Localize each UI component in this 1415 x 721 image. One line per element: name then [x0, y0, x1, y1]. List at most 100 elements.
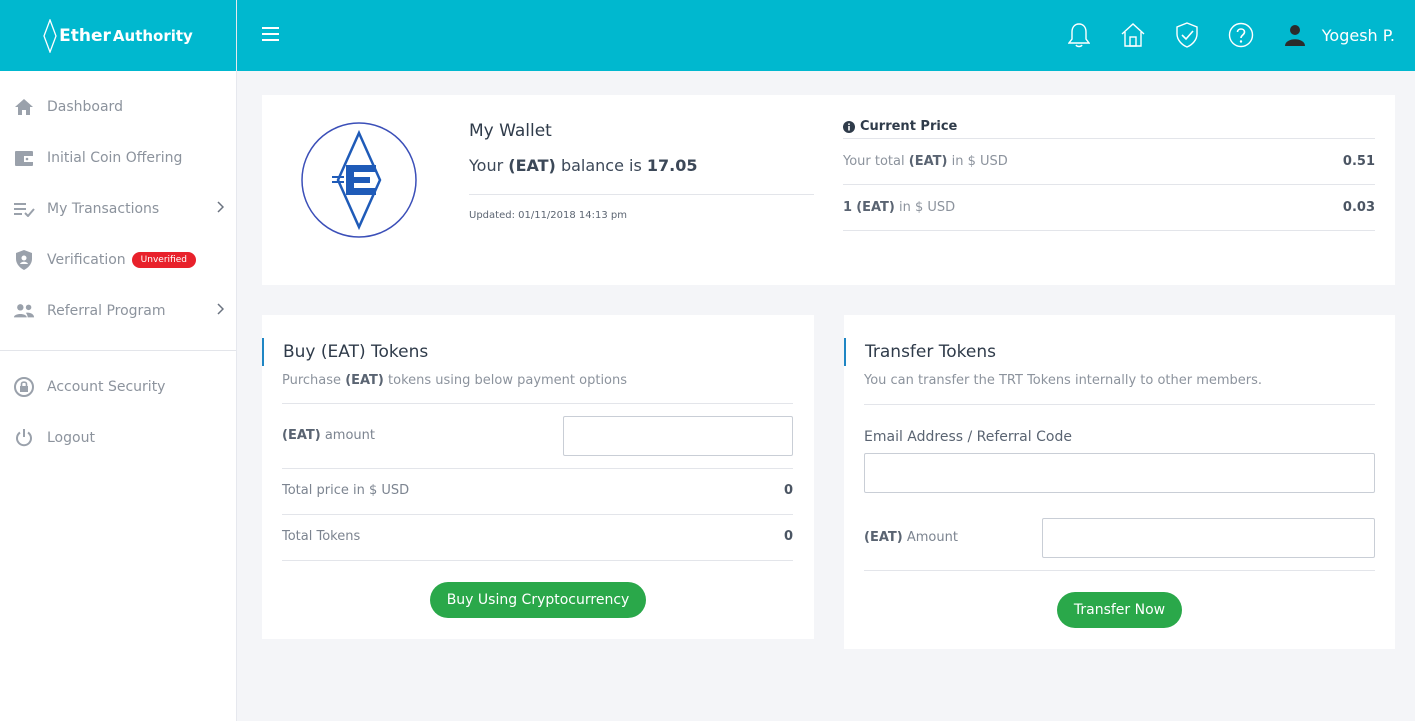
brand-logo[interactable]: Ether Authority [43, 18, 193, 53]
amount-text: Amount [906, 530, 958, 545]
sidebar-item-logout[interactable]: Logout [0, 412, 236, 463]
price-row-token: (EAT) [908, 154, 948, 169]
current-price-section: Current Price Your total (EAT) in $ USD … [843, 115, 1375, 231]
divider [282, 403, 793, 404]
header-icons: Yogesh P. [1040, 20, 1395, 50]
wallet-balance: Your (EAT) balance is 17.05 [469, 156, 698, 175]
divider [864, 404, 1375, 405]
wallet-divider [469, 194, 814, 195]
total-price-text: Total price in [282, 483, 365, 498]
sidebar-item-transactions[interactable]: My Transactions [0, 183, 236, 234]
current-price-title: Current Price [860, 119, 958, 134]
wallet-updated: Updated: 01/11/2018 14:13 pm [469, 210, 628, 221]
brand-name-part1: Ether [59, 25, 111, 46]
total-price-value: 0 [783, 483, 793, 498]
price-row-pre: Your total [843, 154, 905, 169]
sidebar-item-label: My Transactions [47, 200, 160, 217]
email-label: Email Address / Referral Code [864, 429, 1072, 445]
amount-token: (EAT) [282, 428, 321, 443]
brand-name-part2: Authority [112, 26, 193, 45]
sidebar-item-label: Account Security [47, 378, 166, 395]
wallet-icon [13, 147, 35, 169]
buy-sub-post: tokens using below payment options [388, 373, 628, 388]
price-row-currency: $ USD [967, 154, 1008, 169]
price-row-total: Your total (EAT) in $ USD 0.51 [843, 139, 1375, 185]
total-tokens-label: Total Tokens [282, 529, 361, 544]
eat-amount-label: (EAT) amount [282, 428, 375, 443]
price-row-token: (EAT) [856, 200, 895, 215]
sidebar-item-verification[interactable]: Verification Unverified [0, 234, 236, 285]
user-name[interactable]: Yogesh P. [1322, 26, 1395, 45]
transfer-now-button[interactable]: Transfer Now [1057, 592, 1182, 628]
balance-mid: balance is [560, 156, 642, 175]
avatar[interactable] [1280, 20, 1310, 50]
transfer-amount-label: (EAT) Amount [864, 530, 958, 545]
sidebar-item-referral[interactable]: Referral Program [0, 285, 236, 336]
sidebar: Ether Authority Dashboard Initial Coin O… [0, 0, 237, 721]
total-tokens-value: 0 [783, 529, 793, 544]
transfer-amount-input[interactable] [1042, 518, 1375, 558]
lock-icon [13, 376, 35, 398]
status-badge: Unverified [131, 251, 196, 268]
transfer-tokens-title: Transfer Tokens [844, 338, 996, 366]
amount-text: amount [324, 428, 375, 443]
home-icon[interactable] [1118, 20, 1148, 50]
divider [282, 560, 793, 561]
divider [864, 570, 1375, 571]
shield-check-icon[interactable] [1172, 20, 1202, 50]
eat-amount-input[interactable] [563, 416, 793, 456]
price-row-mid: in [899, 200, 911, 215]
sidebar-item-ico[interactable]: Initial Coin Offering [0, 132, 236, 183]
sidebar-item-label: Dashboard [47, 98, 123, 115]
price-row-currency: $ USD [915, 200, 956, 215]
balance-value: 17.05 [646, 156, 698, 175]
chevron-right-icon [217, 201, 224, 213]
home-icon [13, 96, 35, 118]
power-icon [13, 427, 35, 449]
sidebar-item-label: Initial Coin Offering [47, 149, 183, 166]
bell-icon[interactable] [1064, 20, 1094, 50]
email-referral-input[interactable] [864, 453, 1375, 493]
transactions-icon [13, 198, 35, 220]
brand-header: Ether Authority [0, 0, 236, 71]
users-icon [13, 300, 35, 322]
balance-token: (EAT) [508, 156, 556, 175]
chevron-right-icon [217, 303, 224, 315]
divider [282, 514, 793, 515]
divider [282, 468, 793, 469]
current-price-header: Current Price [843, 115, 1375, 139]
buy-sub-token: (EAT) [345, 373, 384, 388]
sidebar-item-label: Referral Program [47, 302, 166, 319]
wallet-card: My Wallet Your (EAT) balance is 17.05 Up… [262, 95, 1395, 285]
sidebar-nav: Dashboard Initial Coin Offering My Trans… [0, 71, 236, 463]
top-header: Yogesh P. [237, 0, 1415, 71]
buy-sub-pre: Purchase [282, 373, 342, 388]
eat-token-logo-icon [300, 121, 418, 239]
sidebar-item-label: Logout [47, 429, 95, 446]
price-row-pre: 1 [843, 200, 853, 215]
total-price-label: Total price in $ USD [282, 483, 409, 498]
price-row-value: 0.51 [1342, 154, 1375, 169]
price-row-unit: 1 (EAT) in $ USD 0.03 [843, 185, 1375, 231]
help-icon[interactable] [1226, 20, 1256, 50]
transfer-tokens-card: Transfer Tokens You can transfer the TRT… [844, 315, 1395, 649]
balance-prefix: Your [469, 156, 504, 175]
price-row-mid: in [951, 154, 964, 169]
info-icon [843, 120, 855, 133]
amount-token: (EAT) [864, 530, 903, 545]
buy-tokens-card: Buy (EAT) Tokens Purchase (EAT) tokens u… [262, 315, 814, 639]
wallet-title: My Wallet [469, 121, 552, 141]
diamond-logo-icon [43, 18, 57, 53]
buy-tokens-title: Buy (EAT) Tokens [262, 338, 428, 366]
sidebar-item-dashboard[interactable]: Dashboard [0, 81, 236, 132]
total-price-currency: $ USD [368, 483, 410, 498]
sidebar-item-label: Verification [47, 251, 126, 268]
buy-tokens-subtitle: Purchase (EAT) tokens using below paymen… [282, 373, 627, 388]
buy-crypto-button[interactable]: Buy Using Cryptocurrency [430, 582, 646, 618]
price-row-label: Your total (EAT) in $ USD [843, 154, 1008, 169]
sidebar-item-account-security[interactable]: Account Security [0, 361, 236, 412]
price-row-value: 0.03 [1342, 200, 1375, 215]
hamburger-menu-icon[interactable] [262, 27, 279, 41]
sidebar-divider [0, 350, 236, 351]
shield-icon [13, 249, 35, 271]
